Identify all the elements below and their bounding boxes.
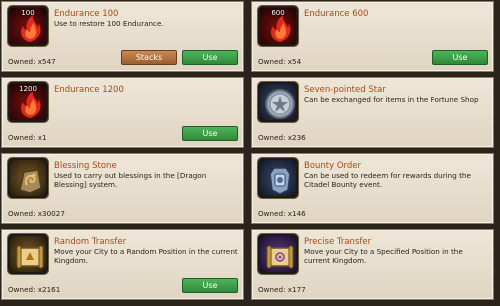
item-description: Can be exchanged for items in the Fortun… bbox=[304, 95, 479, 104]
item-quantity-badge: 100 bbox=[21, 9, 35, 17]
item-owned-count: Owned: x547 bbox=[8, 57, 56, 66]
bounty-order-icon bbox=[258, 158, 298, 198]
item-owned-count: Owned: x54 bbox=[258, 57, 302, 66]
item-description: Used to carry out blessings in the [Drag… bbox=[54, 171, 207, 189]
item-card-random-transfer[interactable]: Random Transfer Move your City to a Rand… bbox=[1, 229, 244, 300]
item-card-precise-transfer[interactable]: Precise Transfer Move your City to a Spe… bbox=[251, 229, 494, 300]
star-medal-icon bbox=[258, 82, 298, 122]
item-description: Move your City to a Specified Position i… bbox=[304, 247, 463, 265]
scroll-icon bbox=[258, 234, 298, 274]
item-card-endurance-1200[interactable]: 1200 Endurance 1200 Owned: x1 Use bbox=[1, 77, 244, 148]
item-card-endurance-600[interactable]: 600 Endurance 600 Owned: x54 Use bbox=[251, 1, 494, 72]
flame-icon: 600 bbox=[258, 6, 298, 46]
item-owned-count: Owned: x177 bbox=[258, 285, 306, 294]
item-card-endurance-100[interactable]: 100 Endurance 100 Use to restore 100 End… bbox=[1, 1, 244, 72]
flame-icon: 1200 bbox=[8, 82, 48, 122]
use-button[interactable]: Use bbox=[182, 126, 238, 141]
item-description: Move your City to a Random Position in t… bbox=[54, 247, 238, 265]
item-title: Endurance 600 bbox=[304, 9, 369, 19]
item-owned-count: Owned: x236 bbox=[258, 133, 306, 142]
scroll-icon bbox=[8, 234, 48, 274]
item-title: Seven-pointed Star bbox=[304, 85, 386, 95]
item-card-blessing-stone[interactable]: Blessing Stone Used to carry out blessin… bbox=[1, 153, 244, 224]
item-card-seven-pointed-star[interactable]: Seven-pointed Star Can be exchanged for … bbox=[251, 77, 494, 148]
item-card-bounty-order[interactable]: Bounty Order Can be used to redeem for r… bbox=[251, 153, 494, 224]
item-owned-count: Owned: x1 bbox=[8, 133, 47, 142]
item-description: Can be used to redeem for rewards during… bbox=[304, 171, 471, 189]
item-title: Endurance 1200 bbox=[54, 85, 124, 95]
item-owned-count: Owned: x2161 bbox=[8, 285, 61, 294]
use-button[interactable]: Use bbox=[182, 50, 238, 65]
item-title: Blessing Stone bbox=[54, 161, 117, 171]
item-quantity-badge: 600 bbox=[271, 9, 285, 17]
dragon-stone-icon bbox=[8, 158, 48, 198]
item-title: Endurance 100 bbox=[54, 9, 119, 19]
item-title: Bounty Order bbox=[304, 161, 362, 171]
item-owned-count: Owned: x30027 bbox=[8, 209, 65, 218]
item-title: Random Transfer bbox=[54, 237, 127, 247]
item-title: Precise Transfer bbox=[304, 237, 372, 247]
stacks-button[interactable]: Stacks bbox=[121, 50, 177, 65]
item-quantity-badge: 1200 bbox=[19, 85, 37, 93]
use-button[interactable]: Use bbox=[182, 278, 238, 293]
flame-icon: 100 bbox=[8, 6, 48, 46]
inventory-grid: 100 Endurance 100 Use to restore 100 End… bbox=[0, 0, 500, 306]
item-owned-count: Owned: x146 bbox=[258, 209, 306, 218]
item-description: Use to restore 100 Endurance. bbox=[54, 19, 164, 28]
use-button[interactable]: Use bbox=[432, 50, 488, 65]
